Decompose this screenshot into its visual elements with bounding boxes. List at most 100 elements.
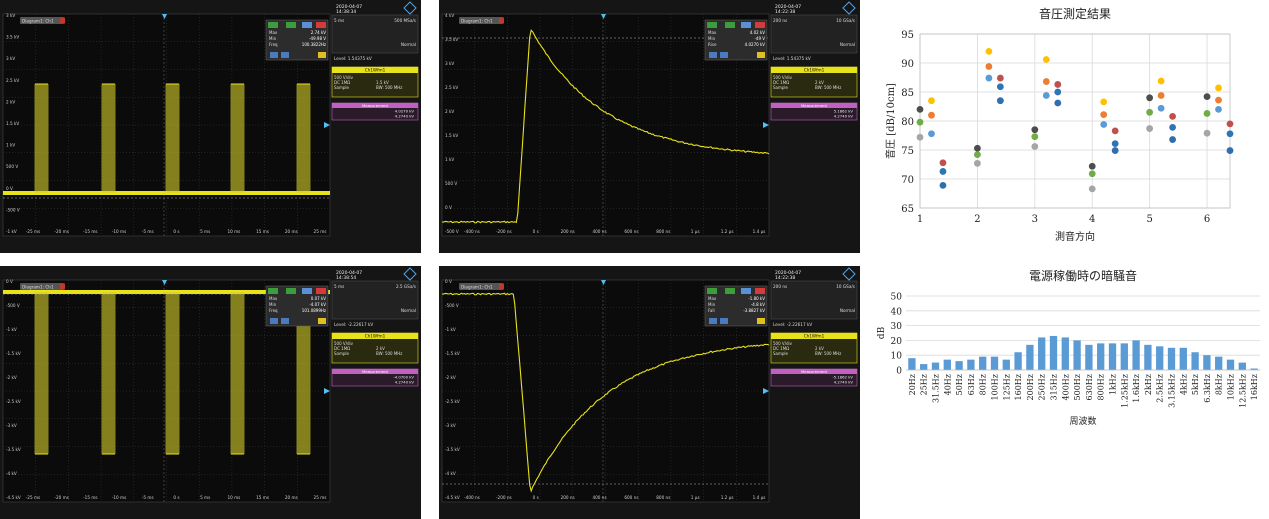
bar bbox=[1226, 359, 1235, 370]
data-point bbox=[1042, 92, 1050, 99]
x-tick-label: 2kHz bbox=[1144, 374, 1153, 395]
x-tick-label: 63Hz bbox=[967, 374, 976, 395]
measurement-value: -4.8 kV bbox=[751, 302, 765, 307]
measurement-value: -1.80 kV bbox=[748, 296, 765, 301]
bar bbox=[967, 359, 975, 370]
data-point bbox=[1111, 147, 1119, 154]
bar bbox=[1073, 340, 1081, 370]
scope-ytick: -2 kV bbox=[445, 375, 456, 380]
x-tick-label: 5kHz bbox=[1191, 374, 1200, 395]
sample-rate: 500 MSa/s bbox=[394, 18, 416, 23]
track-icon bbox=[270, 318, 278, 324]
scope-ytick: -2.5 kV bbox=[445, 399, 460, 404]
data-point bbox=[985, 63, 993, 70]
settings-icon bbox=[318, 52, 326, 58]
bar bbox=[1049, 335, 1058, 370]
scope-time: 14:22:38 bbox=[775, 9, 795, 15]
x-tick-label: 800Hz bbox=[1097, 374, 1106, 400]
data-point bbox=[1226, 147, 1234, 154]
measurement-result-title: Measurement bbox=[801, 369, 828, 374]
x-tick-label: 80Hz bbox=[979, 374, 988, 395]
x-tick-label: 125Hz bbox=[1002, 374, 1011, 400]
scope-ytick: 1 kV bbox=[6, 143, 15, 148]
bar bbox=[1108, 343, 1117, 370]
bar bbox=[1191, 352, 1199, 370]
scope-xtick: -200 ns bbox=[496, 229, 512, 234]
scope-ytick: 0 V bbox=[6, 279, 13, 284]
measurement-result-title: Measurement bbox=[362, 103, 389, 108]
data-point bbox=[1215, 106, 1222, 113]
measurement-value: -49 V bbox=[754, 36, 765, 41]
scope-time: 14:38:34 bbox=[336, 9, 356, 15]
data-point bbox=[939, 181, 947, 189]
scope-xtick: 0 s bbox=[533, 495, 539, 500]
trigger-level: Level: -2.22617 kV bbox=[773, 322, 812, 327]
measurement-box: Max 4.02 kV Min -49 V Rise 4.0270 kV bbox=[704, 19, 768, 61]
scope-ytick: 3 kV bbox=[6, 13, 15, 18]
y-tick-label: 10 bbox=[891, 352, 903, 362]
x-tick-label: 40Hz bbox=[943, 374, 952, 395]
scope-xtick: 800 ns bbox=[656, 495, 670, 500]
data-point bbox=[916, 106, 924, 113]
data-point bbox=[1100, 98, 1108, 106]
scope-ytick: 2.5 kV bbox=[6, 78, 19, 83]
zoom-icon bbox=[707, 22, 717, 28]
bar bbox=[1120, 343, 1128, 370]
hscale-value: 5 ms bbox=[334, 284, 344, 289]
bar bbox=[979, 356, 987, 370]
diagram-tab-label: Diagram1: Ch1 bbox=[461, 19, 493, 24]
measurement-value: -49.98 V bbox=[309, 36, 326, 41]
measurement-value: -3.8827 kV bbox=[743, 308, 765, 313]
measurement-box: Max 0.07 kV Min -4.07 kV Freq 101.0899Hz bbox=[265, 285, 329, 327]
y-tick-label: 30 bbox=[891, 322, 903, 332]
scope-xtick: -5 ms bbox=[142, 229, 154, 234]
data-point bbox=[1146, 125, 1154, 132]
x-tick-label: 50Hz bbox=[955, 374, 964, 395]
bar bbox=[1156, 346, 1164, 370]
scope-xtick: 400 ns bbox=[592, 495, 606, 500]
diagram-tab-label: Diagram1: Ch1 bbox=[22, 19, 54, 24]
x-axis-label: 周波数 bbox=[1069, 415, 1096, 427]
scope-svg: Diagram1: Ch1 0 V -500 V -1 kV -1.5 kV -2 kV -… bbox=[0, 266, 421, 519]
data-point bbox=[1031, 133, 1039, 141]
measurement-result-value: 4.2740 kV bbox=[834, 114, 854, 119]
y-tick-label: 0 bbox=[896, 367, 902, 377]
x-tick-label: 25Hz bbox=[920, 374, 929, 395]
scope-ytick: -2.5 kV bbox=[6, 399, 21, 404]
x-tick-label: 31.5Hz bbox=[932, 374, 941, 403]
data-point bbox=[1100, 121, 1108, 128]
measurement-result-value: 4.2740 kV bbox=[395, 380, 415, 385]
bar bbox=[1179, 347, 1187, 370]
x-tick-label: 160Hz bbox=[1014, 374, 1023, 400]
data-point bbox=[996, 97, 1004, 105]
chart-title: 音圧測定結果 bbox=[1039, 6, 1111, 21]
x-tick-label: 6 bbox=[1204, 214, 1210, 225]
measurement-box: Max 2.74 kV Min -49.98 V Freq 100.3822Hz bbox=[265, 19, 329, 61]
cursor-icon bbox=[286, 22, 296, 28]
minimize-icon bbox=[302, 288, 312, 294]
close-icon bbox=[499, 17, 504, 24]
cursor-icon bbox=[725, 22, 735, 28]
channel-setting: BW: 500 MHz bbox=[815, 85, 841, 90]
y-axis-label: 音圧 [dB/10cm] bbox=[884, 83, 897, 159]
x-tick-label: 500Hz bbox=[1073, 374, 1082, 400]
x-tick-label: 250Hz bbox=[1038, 374, 1047, 400]
close-icon bbox=[60, 17, 65, 24]
measurement-label: Max bbox=[269, 30, 278, 35]
x-tick-label: 8kHz bbox=[1215, 374, 1224, 395]
scope-ytick: -1.5 kV bbox=[6, 351, 21, 356]
scope-ytick: 2 kV bbox=[445, 109, 454, 114]
scope-xtick: 10 ms bbox=[227, 495, 240, 500]
scope-xtick: -400 ns bbox=[464, 229, 480, 234]
scope-ytick: -500 V bbox=[445, 229, 459, 234]
background-noise-bar-chart: 電源稼働時の暗騒音 0 10 20 30 40 50 dB 20Hz 25Hz 31.5Hz 40Hz… bbox=[868, 262, 1269, 519]
measurement-label: Rise bbox=[708, 42, 717, 47]
x-tick-label: 315Hz bbox=[1050, 374, 1059, 400]
data-point bbox=[974, 151, 981, 159]
scope-ytick: -3.5 kV bbox=[6, 447, 21, 452]
cursor-icon bbox=[286, 288, 296, 294]
track-icon bbox=[709, 52, 717, 58]
sample-rate: 2.5 GSa/s bbox=[396, 284, 416, 289]
data-point bbox=[996, 83, 1004, 91]
bar bbox=[1097, 343, 1105, 370]
